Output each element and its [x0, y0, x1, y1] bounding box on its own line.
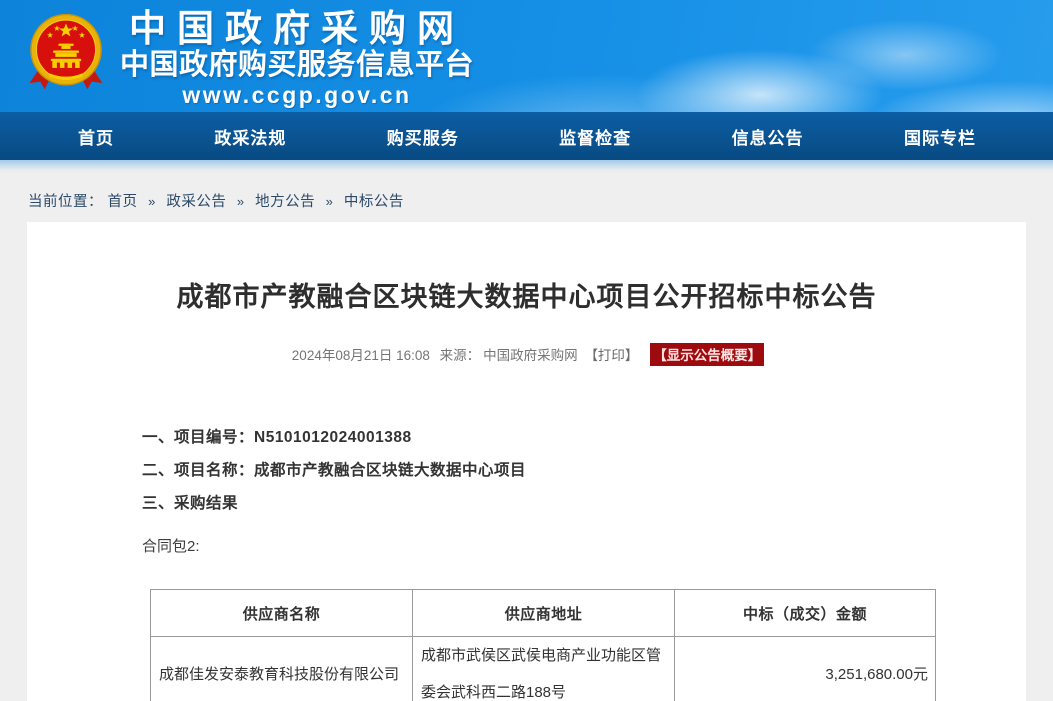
breadcrumb-label: 当前位置：	[28, 194, 103, 210]
main-nav: 首页 政采法规 购买服务 监督检查 信息公告 国际专栏	[0, 112, 1053, 160]
article-body: 一、项目编号：N5101012024001388 二、项目名称：成都市产教融合区…	[142, 430, 936, 701]
article-meta: 2024年08月21日 16:08 来源：中国政府采购网 【打印】 【显示公告概…	[27, 343, 1026, 366]
result-table: 供应商名称 供应商地址 中标（成交）金额 成都佳发安泰教育科技股份有限公司 成都…	[150, 589, 936, 701]
article-source: 中国政府采购网	[483, 348, 578, 363]
print-button[interactable]: 【打印】	[584, 348, 638, 363]
nav-item-announcements[interactable]: 信息公告	[732, 124, 804, 149]
cell-award-amount: 3,251,680.00元	[675, 637, 936, 701]
nav-item-supervision[interactable]: 监督检查	[559, 124, 631, 149]
project-name-line: 二、项目名称：成都市产教融合区块链大数据中心项目	[142, 463, 936, 479]
col-header-supplier-name: 供应商名称	[151, 590, 413, 637]
site-title-block: 中国政府采购网 中国政府购买服务信息平台 www.ccgp.gov.cn	[120, 9, 474, 108]
site-subtitle: 中国政府购买服务信息平台	[120, 49, 474, 82]
nav-item-purchase-services[interactable]: 购买服务	[387, 124, 459, 149]
site-header: 中国政府采购网 中国政府购买服务信息平台 www.ccgp.gov.cn	[0, 0, 1053, 112]
breadcrumb-separator: »	[326, 194, 334, 209]
site-name: 中国政府采购网	[120, 9, 474, 49]
breadcrumb: 当前位置： 首页 » 政采公告 » 地方公告 » 中标公告	[28, 190, 1053, 210]
content-panel: 成都市产教融合区块链大数据中心项目公开招标中标公告 2024年08月21日 16…	[27, 222, 1026, 701]
site-url: www.ccgp.gov.cn	[120, 83, 474, 108]
article-title: 成都市产教融合区块链大数据中心项目公开招标中标公告	[27, 275, 1026, 314]
project-number-line: 一、项目编号：N5101012024001388	[142, 430, 936, 446]
col-header-award-amount: 中标（成交）金额	[675, 590, 936, 637]
nav-item-home[interactable]: 首页	[78, 124, 114, 149]
contract-package-label: 合同包2:	[142, 539, 936, 555]
article-datetime: 2024年08月21日 16:08	[292, 348, 430, 363]
breadcrumb-separator: »	[148, 194, 156, 209]
table-header-row: 供应商名称 供应商地址 中标（成交）金额	[151, 590, 936, 637]
breadcrumb-local-announcements[interactable]: 地方公告	[255, 194, 315, 210]
page: { "header": { "site_name": "中国政府采购网", "s…	[0, 0, 1053, 701]
table-row: 成都佳发安泰教育科技股份有限公司 成都市武侯区武侯电商产业功能区管委会武科西二路…	[151, 637, 936, 701]
article-source-label: 来源：	[440, 348, 481, 363]
show-summary-button[interactable]: 【显示公告概要】	[650, 343, 764, 366]
nav-item-international[interactable]: 国际专栏	[904, 124, 976, 149]
national-emblem-logo	[28, 9, 104, 101]
col-header-supplier-address: 供应商地址	[413, 590, 675, 637]
breadcrumb-home[interactable]: 首页	[108, 194, 138, 210]
header-fade-strip	[0, 160, 1053, 174]
cell-supplier-address: 成都市武侯区武侯电商产业功能区管委会武科西二路188号	[413, 637, 675, 701]
nav-item-regulations[interactable]: 政采法规	[214, 124, 286, 149]
procurement-result-line: 三、采购结果	[142, 496, 936, 512]
breadcrumb-separator: »	[237, 194, 245, 209]
breadcrumb-award-announcements[interactable]: 中标公告	[344, 194, 404, 210]
cell-supplier-name: 成都佳发安泰教育科技股份有限公司	[151, 637, 413, 701]
breadcrumb-procurement-announcements[interactable]: 政采公告	[166, 194, 226, 210]
